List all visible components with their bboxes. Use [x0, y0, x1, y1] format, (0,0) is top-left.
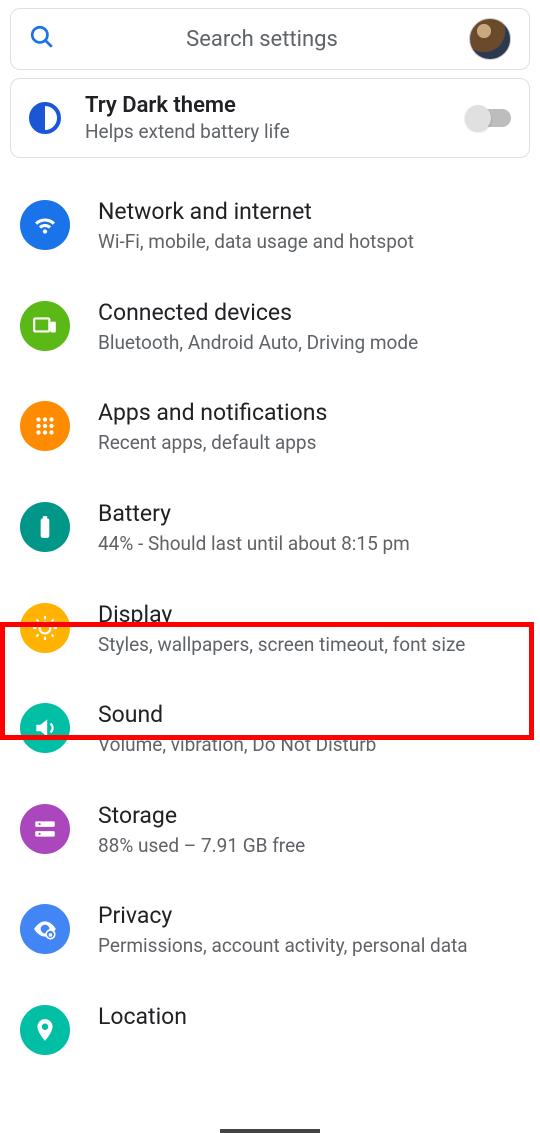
- item-title: Network and internet: [98, 198, 520, 225]
- promo-subtitle: Helps extend battery life: [85, 120, 467, 143]
- dark-theme-promo[interactable]: Try Dark theme Helps extend battery life: [10, 78, 530, 158]
- devices-icon: [20, 301, 70, 351]
- search-placeholder: Search settings: [55, 27, 469, 52]
- item-subtitle: 44% - Should last until about 8:15 pm: [98, 531, 520, 557]
- item-network[interactable]: Network and internet Wi-Fi, mobile, data…: [0, 176, 540, 277]
- item-title: Connected devices: [98, 299, 520, 326]
- battery-icon: [20, 502, 70, 552]
- item-subtitle: 88% used – 7.91 GB free: [98, 833, 520, 859]
- item-subtitle: Styles, wallpapers, screen timeout, font…: [98, 632, 520, 658]
- item-title: Location: [98, 1003, 520, 1030]
- item-privacy[interactable]: Privacy Permissions, account activity, p…: [0, 880, 540, 981]
- item-subtitle: Wi-Fi, mobile, data usage and hotspot: [98, 229, 520, 255]
- dark-theme-icon: [29, 102, 61, 134]
- item-title: Storage: [98, 802, 520, 829]
- item-title: Sound: [98, 701, 520, 728]
- item-display[interactable]: Display Styles, wallpapers, screen timeo…: [0, 579, 540, 680]
- search-bar[interactable]: Search settings: [10, 8, 530, 70]
- display-icon: [20, 603, 70, 653]
- storage-icon: [20, 804, 70, 854]
- settings-list: Network and internet Wi-Fi, mobile, data…: [0, 176, 540, 1055]
- location-icon: [20, 1005, 70, 1055]
- item-storage[interactable]: Storage 88% used – 7.91 GB free: [0, 780, 540, 881]
- apps-icon: [20, 401, 70, 451]
- item-title: Battery: [98, 500, 520, 527]
- promo-title: Try Dark theme: [85, 93, 467, 118]
- sound-icon: [20, 703, 70, 753]
- item-subtitle: Recent apps, default apps: [98, 430, 520, 456]
- item-subtitle: Permissions, account activity, personal …: [98, 933, 520, 959]
- item-connected-devices[interactable]: Connected devices Bluetooth, Android Aut…: [0, 277, 540, 378]
- item-apps[interactable]: Apps and notifications Recent apps, defa…: [0, 377, 540, 478]
- item-title: Display: [98, 601, 520, 628]
- item-sound[interactable]: Sound Volume, vibration, Do Not Disturb: [0, 679, 540, 780]
- item-location[interactable]: Location: [0, 981, 540, 1055]
- privacy-icon: [20, 904, 70, 954]
- home-indicator: [220, 1129, 320, 1133]
- search-icon: [29, 24, 55, 54]
- item-title: Privacy: [98, 902, 520, 929]
- dark-theme-toggle[interactable]: [467, 109, 511, 127]
- item-subtitle: Volume, vibration, Do Not Disturb: [98, 732, 520, 758]
- avatar[interactable]: [469, 18, 511, 60]
- item-subtitle: Bluetooth, Android Auto, Driving mode: [98, 330, 520, 356]
- item-battery[interactable]: Battery 44% - Should last until about 8:…: [0, 478, 540, 579]
- item-title: Apps and notifications: [98, 399, 520, 426]
- wifi-icon: [20, 200, 70, 250]
